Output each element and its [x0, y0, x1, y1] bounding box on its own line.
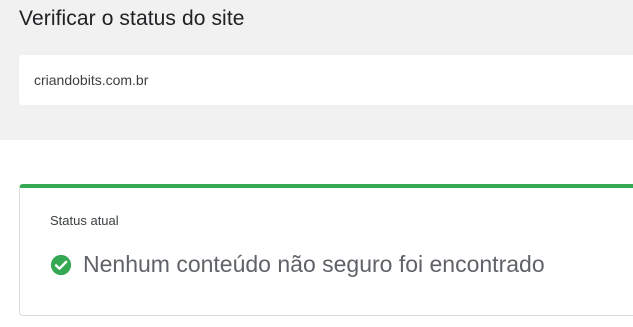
- url-search-box[interactable]: [19, 55, 633, 105]
- url-search-input[interactable]: [34, 72, 624, 88]
- check-circle-icon: [50, 254, 72, 276]
- site-status-search-panel: Verificar o status do site: [0, 0, 633, 140]
- status-message: Nenhum conteúdo não seguro foi encontrad…: [83, 251, 545, 277]
- status-label: Status atual: [50, 213, 119, 228]
- status-result: Nenhum conteúdo não seguro foi encontrad…: [50, 251, 545, 278]
- status-card: Status atual Nenhum conteúdo não seguro …: [19, 184, 633, 316]
- page-title: Verificar o status do site: [19, 7, 245, 30]
